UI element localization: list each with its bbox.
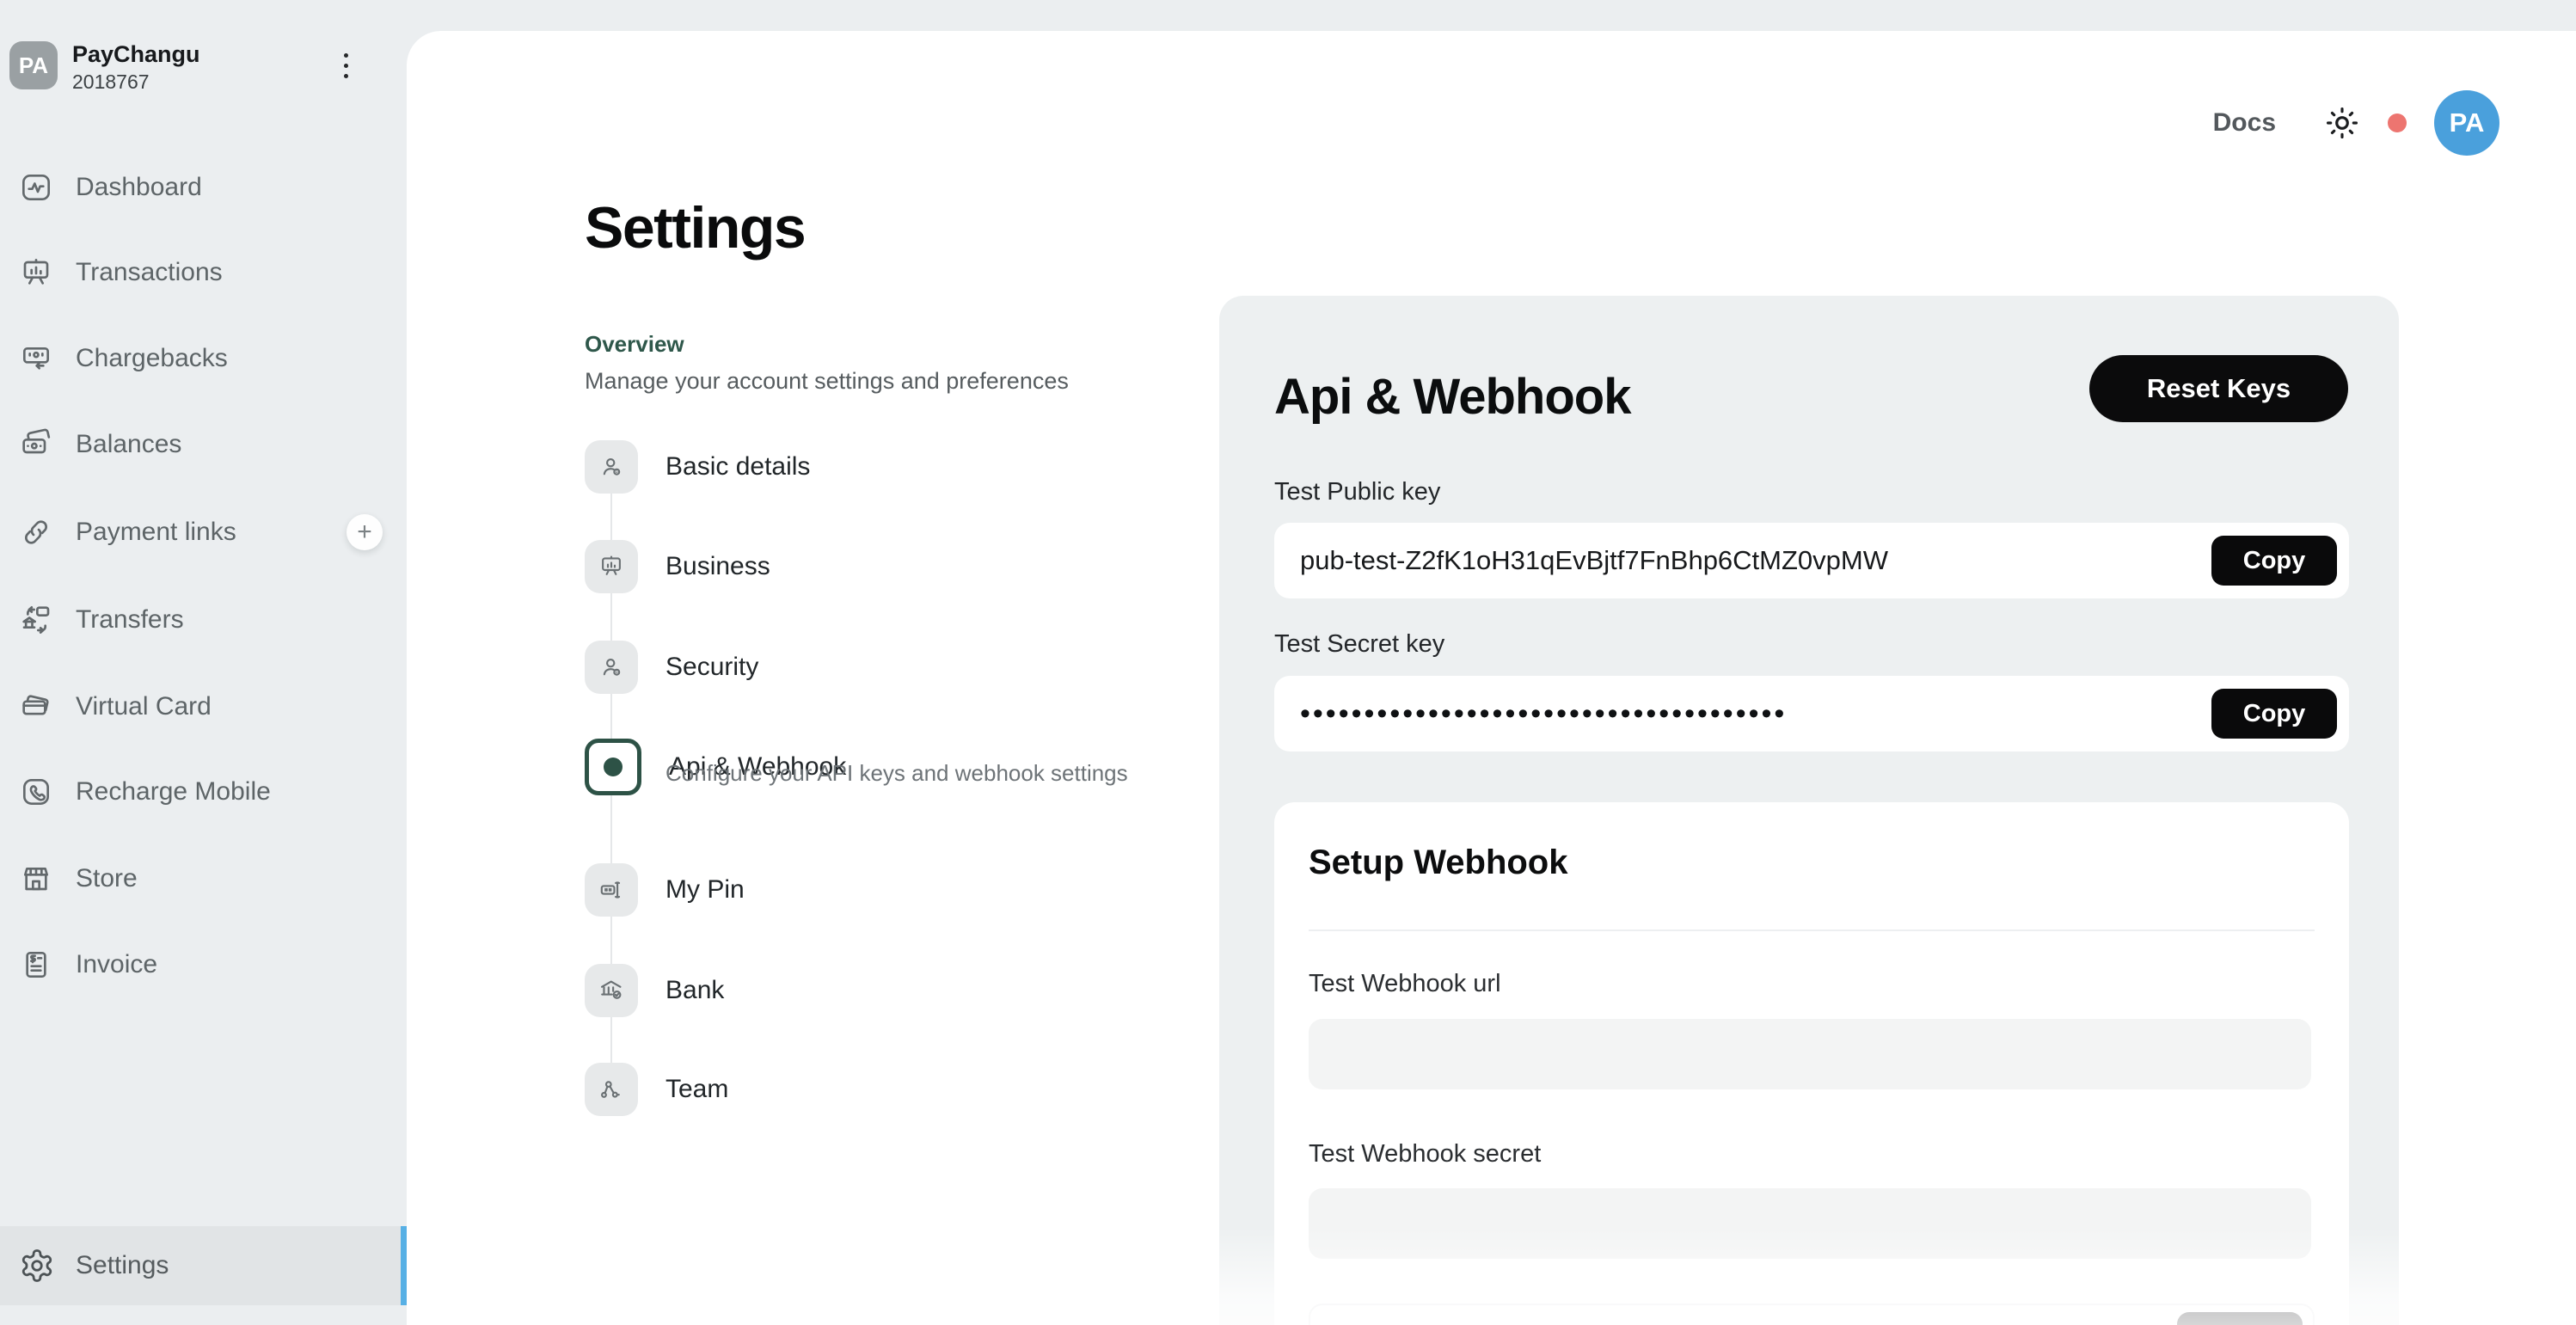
active-indicator-bar [401, 1226, 407, 1305]
settings-nav-label: Business [665, 552, 770, 581]
account-menu-kebab-icon[interactable] [330, 45, 361, 86]
transactions-icon [19, 255, 53, 290]
copy-secret-key-button[interactable]: Copy [2211, 689, 2337, 739]
settings-nav-label: Security [665, 653, 758, 682]
partial-copy-button[interactable] [2177, 1312, 2303, 1325]
sidebar-item-label: Balances [76, 430, 181, 459]
overview-subtitle: Manage your account settings and prefere… [585, 368, 1069, 395]
settings-nav-security[interactable]: Security [585, 641, 758, 694]
settings-nav-description: Configure your API keys and webhook sett… [665, 760, 1128, 787]
store-icon [19, 862, 53, 896]
sidebar-item-balances[interactable]: Balances [0, 402, 407, 488]
settings-nav-label: Basic details [665, 452, 810, 482]
sidebar-item-label: Chargebacks [76, 344, 228, 373]
user-badge-icon [585, 440, 638, 494]
sidebar-item-chargebacks[interactable]: Chargebacks [0, 316, 407, 402]
sidebar-item-label: Transactions [76, 258, 223, 287]
notification-dot [2388, 113, 2407, 132]
webhook-secret-label: Test Webhook secret [1309, 1140, 1541, 1169]
settings-nav-bank[interactable]: Bank [585, 964, 724, 1017]
account-name: PayChangu [72, 41, 200, 68]
overview-heading: Overview [585, 331, 684, 358]
transfers-icon [19, 603, 53, 637]
sidebar-item-label: Settings [76, 1251, 169, 1280]
bank-check-icon [585, 964, 638, 1017]
settings-nav-my-pin[interactable]: My Pin [585, 863, 745, 917]
active-dot-icon [585, 739, 641, 795]
settings-nav-team[interactable]: Team [585, 1063, 728, 1116]
sidebar-item-settings[interactable]: Settings [0, 1226, 407, 1305]
user-badge-icon [585, 641, 638, 694]
secret-key-masked-value: •••••••••••••••••••••••••••••••••••••• [1300, 699, 1787, 728]
setup-webhook-card: Setup Webhook Test Webhook url Test Webh… [1274, 802, 2349, 1325]
sidebar-item-label: Recharge Mobile [76, 777, 271, 807]
settings-nav-business[interactable]: Business [585, 540, 770, 593]
sidebar: PA PayChangu 2018767 Dashboard Transacti… [0, 0, 407, 1325]
page-title: Settings [585, 194, 805, 261]
sidebar-item-transfers[interactable]: Transfers [0, 577, 407, 663]
docs-link[interactable]: Docs [2213, 108, 2276, 138]
public-key-field: pub-test-Z2fK1oH31qEvBjtf7FnBhp6CtMZ0vpM… [1274, 523, 2349, 598]
account-avatar[interactable]: PA [9, 41, 58, 89]
team-nodes-icon [585, 1063, 638, 1116]
partial-field [1309, 1304, 2315, 1325]
sidebar-item-label: Payment links [76, 518, 236, 547]
copy-public-key-button[interactable]: Copy [2211, 536, 2337, 586]
dashboard-icon [19, 170, 53, 205]
settings-nav-label: Bank [665, 976, 724, 1005]
presentation-board-icon [585, 540, 638, 593]
virtual-card-icon [19, 690, 53, 724]
add-payment-link-button[interactable]: + [347, 514, 383, 550]
public-key-value: pub-test-Z2fK1oH31qEvBjtf7FnBhp6CtMZ0vpM… [1300, 545, 1888, 576]
sidebar-item-store[interactable]: Store [0, 836, 407, 922]
webhook-url-label: Test Webhook url [1309, 970, 1501, 998]
sidebar-item-label: Invoice [76, 950, 157, 979]
balances-icon [19, 427, 53, 462]
test-webhook-url-input[interactable] [1309, 1019, 2311, 1089]
sidebar-item-label: Transfers [76, 605, 184, 635]
chargebacks-icon [19, 341, 53, 376]
main-content: Docs PA Settings Overview Manage your ac… [407, 31, 2576, 1325]
public-key-label: Test Public key [1274, 478, 1440, 506]
sidebar-item-transactions[interactable]: Transactions [0, 230, 407, 316]
pin-input-icon [585, 863, 638, 917]
sidebar-item-virtual-card[interactable]: Virtual Card [0, 664, 407, 750]
divider [1309, 929, 2315, 931]
api-webhook-panel: Api & Webhook Reset Keys Test Public key… [1219, 296, 2399, 1325]
settings-nav-label: Team [665, 1075, 728, 1104]
sidebar-item-dashboard[interactable]: Dashboard [0, 144, 407, 230]
sidebar-item-invoice[interactable]: Invoice [0, 922, 407, 1008]
reset-keys-button[interactable]: Reset Keys [2089, 355, 2348, 422]
theme-toggle-sun-icon[interactable] [2324, 105, 2360, 141]
sidebar-item-label: Store [76, 864, 138, 893]
sidebar-item-recharge-mobile[interactable]: Recharge Mobile [0, 749, 407, 835]
payment-links-icon [19, 515, 53, 549]
settings-nav-basic-details[interactable]: Basic details [585, 440, 810, 494]
recharge-mobile-icon [19, 775, 53, 809]
invoice-icon [19, 948, 53, 982]
test-webhook-secret-input[interactable] [1309, 1188, 2311, 1259]
sidebar-item-label: Virtual Card [76, 692, 212, 721]
setup-webhook-title: Setup Webhook [1309, 843, 1567, 882]
panel-title: Api & Webhook [1274, 368, 1630, 426]
header-actions: Docs PA [2213, 90, 2499, 156]
secret-key-field: •••••••••••••••••••••••••••••••••••••• C… [1274, 676, 2349, 751]
account-id: 2018767 [72, 71, 150, 94]
settings-gear-icon [19, 1248, 55, 1284]
secret-key-label: Test Secret key [1274, 630, 1444, 659]
user-avatar[interactable]: PA [2434, 90, 2499, 156]
sidebar-item-label: Dashboard [76, 173, 202, 202]
settings-nav-label: My Pin [665, 875, 745, 905]
